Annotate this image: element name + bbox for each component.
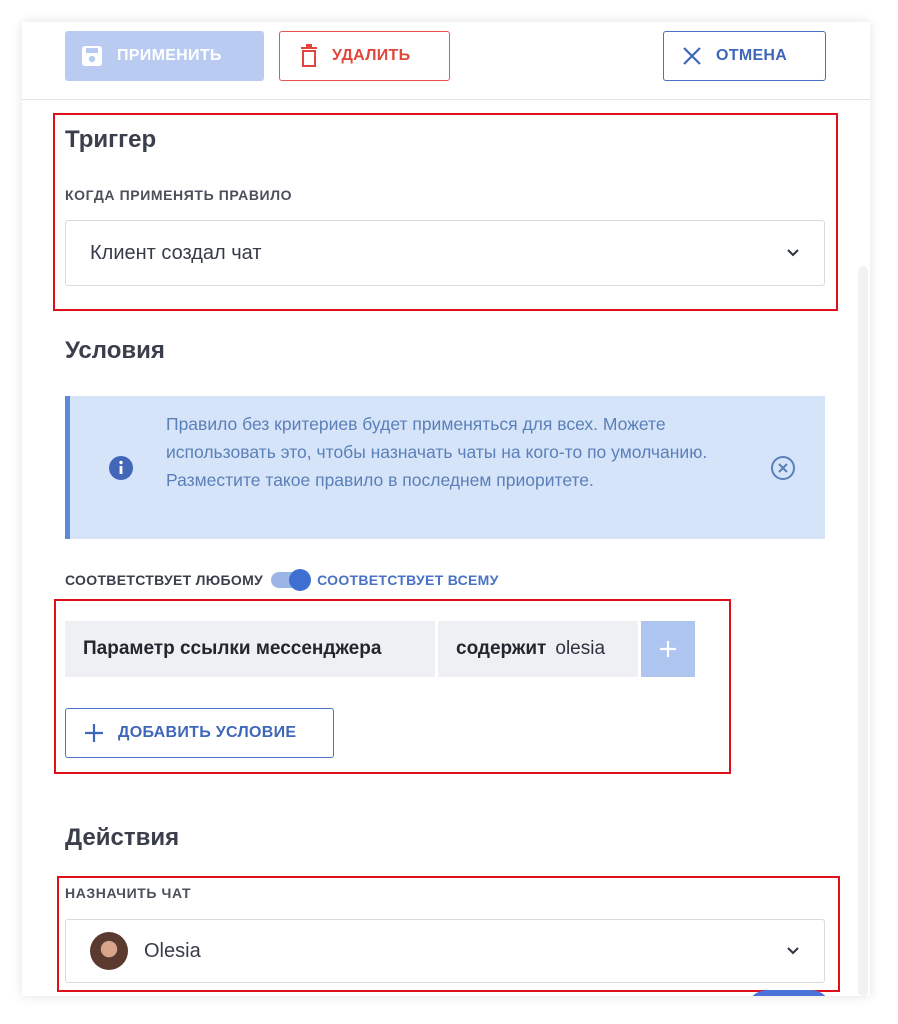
assignee-select[interactable]: Olesia bbox=[65, 919, 825, 983]
condition-parameter: Параметр ссылки мессенджера bbox=[83, 638, 382, 659]
chevron-down-icon bbox=[787, 947, 799, 955]
cancel-button[interactable]: ОТМЕНА bbox=[663, 31, 826, 81]
close-icon bbox=[683, 47, 701, 65]
save-icon bbox=[82, 46, 102, 66]
delete-button[interactable]: УДАЛИТЬ bbox=[279, 31, 450, 81]
condition-operator: содержит bbox=[456, 638, 547, 659]
avatar bbox=[90, 932, 128, 970]
rule-editor-panel: ПРИМЕНИТЬ УДАЛИТЬ ОТМЕНА Триггер КОГДА П… bbox=[22, 22, 870, 996]
cancel-button-label: ОТМЕНА bbox=[716, 47, 788, 64]
apply-button[interactable]: ПРИМЕНИТЬ bbox=[65, 31, 264, 81]
delete-button-label: УДАЛИТЬ bbox=[332, 47, 411, 64]
trigger-select-value: Клиент создал чат bbox=[90, 241, 262, 264]
dismiss-icon[interactable] bbox=[770, 455, 796, 481]
condition-operator-chip[interactable]: содержит olesia bbox=[438, 621, 638, 677]
add-rule-value-button[interactable] bbox=[641, 621, 695, 677]
apply-button-label: ПРИМЕНИТЬ bbox=[117, 47, 222, 64]
scrollbar[interactable] bbox=[858, 266, 868, 996]
conditions-title: Условия bbox=[65, 337, 165, 364]
trash-icon bbox=[301, 44, 317, 67]
condition-value: olesia bbox=[555, 638, 606, 659]
condition-parameter-chip[interactable]: Параметр ссылки мессенджера bbox=[65, 621, 435, 677]
add-condition-label: ДОБАВИТЬ УСЛОВИЕ bbox=[118, 724, 297, 741]
info-icon bbox=[109, 456, 133, 480]
actions-label: НАЗНАЧИТЬ ЧАТ bbox=[65, 885, 192, 901]
trigger-select[interactable]: Клиент создал чат bbox=[65, 220, 825, 286]
match-all-label: СООТВЕТСТВУЕТ ВСЕМУ bbox=[317, 572, 499, 588]
actions-title: Действия bbox=[65, 824, 180, 851]
add-condition-button[interactable]: ДОБАВИТЬ УСЛОВИЕ bbox=[65, 708, 334, 758]
plus-icon bbox=[660, 641, 676, 657]
trigger-title: Триггер bbox=[65, 126, 157, 153]
plus-icon bbox=[85, 724, 103, 742]
trigger-label: КОГДА ПРИМЕНЯТЬ ПРАВИЛО bbox=[65, 187, 293, 203]
info-text: Правило без критериев будет применяться … bbox=[166, 414, 708, 490]
toggle-knob bbox=[289, 569, 312, 591]
chevron-down-icon bbox=[787, 249, 799, 257]
match-any-label: СООТВЕТСТВУЕТ ЛЮБОМУ bbox=[65, 572, 264, 588]
assignee-name: Olesia bbox=[144, 939, 201, 962]
match-mode-toggle-row: СООТВЕТСТВУЕТ ЛЮБОМУ СООТВЕТСТВУЕТ ВСЕМУ bbox=[65, 569, 499, 591]
toolbar-divider bbox=[22, 99, 870, 100]
info-banner: Правило без критериев будет применяться … bbox=[65, 396, 825, 539]
match-mode-toggle[interactable] bbox=[271, 569, 312, 591]
floating-action-button[interactable] bbox=[747, 990, 831, 996]
